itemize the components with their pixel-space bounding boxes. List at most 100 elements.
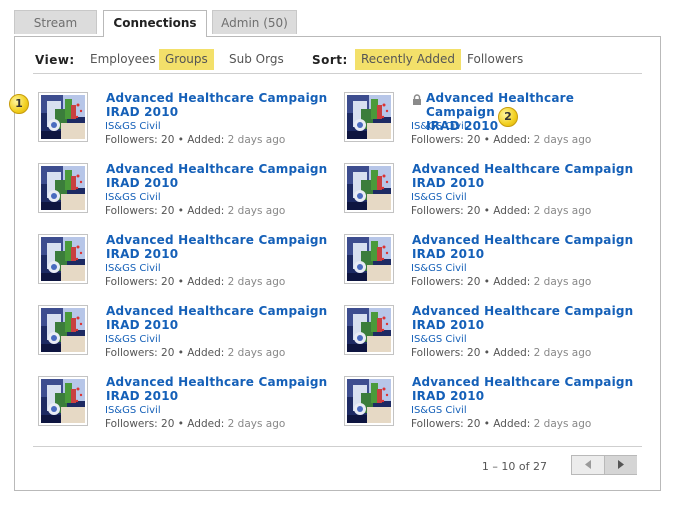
group-title-line1: Advanced Healthcare Campaign: [106, 233, 328, 247]
group-card: Advanced Healthcare Campaign IRAD 2010 I…: [38, 233, 328, 294]
group-org-link[interactable]: IS&GS Civil: [105, 334, 161, 345]
group-org-link[interactable]: IS&GS Civil: [411, 334, 467, 345]
group-title-line2: IRAD 2010: [106, 105, 179, 119]
left-arrow-icon: [585, 460, 591, 469]
view-label: View:: [35, 53, 75, 67]
group-title-link[interactable]: Advanced Healthcare Campaign IRAD 2010: [412, 233, 633, 261]
group-image-icon: [347, 166, 391, 210]
group-title-link[interactable]: Advanced Healthcare Campaign IRAD 2010: [106, 304, 327, 332]
group-title-line2: IRAD 2010: [106, 176, 179, 190]
pagination-range: 1 – 10 of 27: [481, 460, 547, 473]
group-followers: Followers: 20: [411, 418, 481, 430]
group-title-line1: Advanced Healthcare Campaign: [412, 162, 634, 176]
group-title-link[interactable]: Advanced Healthcare Campaign IRAD 2010: [106, 162, 327, 190]
group-title-line1: Advanced Healthcare Campaign: [412, 304, 634, 318]
group-org-link[interactable]: IS&GS Civil: [105, 263, 161, 274]
group-added-label: Added:: [493, 418, 531, 430]
group-meta: Followers: 20 • Added: 2 days ago: [105, 205, 286, 217]
group-added-label: Added:: [187, 134, 225, 146]
tab-stream[interactable]: Stream: [14, 10, 97, 34]
group-title-link[interactable]: Advanced Healthcare Campaign IRAD 2010: [106, 91, 327, 119]
group-thumbnail[interactable]: [38, 163, 88, 213]
group-card: Advanced Healthcare Campaign IRAD 2010 I…: [344, 233, 634, 294]
group-title-link[interactable]: Advanced Healthcare Campaign IRAD 2010: [106, 375, 327, 403]
group-title-line1: Advanced Healthcare Campaign: [106, 375, 328, 389]
group-added-date: 2 days ago: [227, 134, 286, 146]
group-org-link[interactable]: IS&GS Civil: [105, 121, 161, 132]
group-image-icon: [347, 308, 391, 352]
group-added-date: 2 days ago: [533, 276, 592, 288]
group-thumbnail[interactable]: [344, 305, 394, 355]
group-meta: Followers: 20 • Added: 2 days ago: [411, 205, 592, 217]
group-thumbnail[interactable]: [38, 376, 88, 426]
group-image-icon: [41, 166, 85, 210]
previous-page-button[interactable]: [572, 456, 605, 474]
group-image-icon: [41, 95, 85, 139]
group-card: Advanced Healthcare Campaign IRAD 2010 I…: [344, 304, 634, 365]
group-meta: Followers: 20 • Added: 2 days ago: [105, 418, 286, 430]
group-title-line2: IRAD 2010: [412, 389, 485, 403]
group-title-link[interactable]: Advanced Healthcare Campaign IRAD 2010: [412, 304, 633, 332]
group-title-line1: Advanced Healthcare Campaign: [412, 375, 634, 389]
group-followers: Followers: 20: [105, 418, 175, 430]
group-image-icon: [41, 237, 85, 281]
divider: [33, 446, 642, 447]
group-thumbnail[interactable]: [38, 234, 88, 284]
group-card: Advanced Healthcare Campaign IRAD 2010 I…: [38, 91, 328, 152]
group-title-line2: IRAD 2010: [106, 247, 179, 261]
group-meta: Followers: 20 • Added: 2 days ago: [411, 134, 592, 146]
group-added-label: Added:: [493, 134, 531, 146]
group-followers: Followers: 20: [411, 347, 481, 359]
group-org-link[interactable]: IS&GS Civil: [105, 405, 161, 416]
view-option-employees[interactable]: Employees: [84, 49, 162, 70]
group-thumbnail[interactable]: [344, 163, 394, 213]
group-org-link[interactable]: IS&GS Civil: [105, 192, 161, 203]
sort-option-followers[interactable]: Followers: [461, 49, 529, 70]
group-title-line1: Advanced Healthcare Campaign: [106, 162, 328, 176]
group-added-label: Added:: [187, 347, 225, 359]
group-followers: Followers: 20: [411, 205, 481, 217]
group-title-link[interactable]: Advanced Healthcare Campaign IRAD 2010: [106, 233, 327, 261]
group-image-icon: [347, 95, 391, 139]
group-title-line2: IRAD 2010: [412, 318, 485, 332]
group-title-line1: Advanced Healthcare Campaign: [412, 233, 634, 247]
group-thumbnail[interactable]: [344, 234, 394, 284]
group-image-icon: [41, 308, 85, 352]
group-added-date: 2 days ago: [533, 205, 592, 217]
group-thumbnail[interactable]: [344, 376, 394, 426]
group-org-link[interactable]: IS&GS Civil: [411, 121, 467, 132]
group-title-link[interactable]: Advanced Healthcare Campaign IRAD 2010: [412, 162, 633, 190]
group-thumbnail[interactable]: [38, 305, 88, 355]
group-org-link[interactable]: IS&GS Civil: [411, 405, 467, 416]
group-meta: Followers: 20 • Added: 2 days ago: [411, 347, 592, 359]
view-option-sub-orgs[interactable]: Sub Orgs: [223, 49, 290, 70]
view-option-groups[interactable]: Groups: [159, 49, 214, 70]
group-meta: Followers: 20 • Added: 2 days ago: [411, 418, 592, 430]
group-thumbnail[interactable]: [38, 92, 88, 142]
group-meta: Followers: 20 • Added: 2 days ago: [105, 134, 286, 146]
group-followers: Followers: 20: [411, 134, 481, 146]
group-added-label: Added:: [493, 205, 531, 217]
group-thumbnail[interactable]: [344, 92, 394, 142]
group-org-link[interactable]: IS&GS Civil: [411, 192, 467, 203]
group-title-line1: Advanced Healthcare Campaign: [106, 304, 328, 318]
tab-connections[interactable]: Connections: [103, 10, 207, 37]
sort-option-recently-added[interactable]: Recently Added: [355, 49, 461, 70]
group-meta: Followers: 20 • Added: 2 days ago: [411, 276, 592, 288]
group-title-line2: IRAD 2010: [106, 318, 179, 332]
right-arrow-icon: [618, 460, 624, 469]
next-page-button[interactable]: [605, 456, 637, 474]
group-title-link[interactable]: Advanced Healthcare Campaign IRAD 2010: [412, 375, 633, 403]
group-added-label: Added:: [493, 347, 531, 359]
group-followers: Followers: 20: [105, 134, 175, 146]
group-followers: Followers: 20: [105, 347, 175, 359]
pagination-controls: [571, 455, 637, 475]
group-followers: Followers: 20: [411, 276, 481, 288]
group-added-date: 2 days ago: [227, 205, 286, 217]
group-image-icon: [347, 237, 391, 281]
group-card: Advanced Healthcare Campaign IRAD 2010 I…: [344, 91, 634, 152]
tab-admin[interactable]: Admin (50): [212, 10, 297, 34]
group-meta: Followers: 20 • Added: 2 days ago: [105, 276, 286, 288]
group-org-link[interactable]: IS&GS Civil: [411, 263, 467, 274]
group-meta: Followers: 20 • Added: 2 days ago: [105, 347, 286, 359]
